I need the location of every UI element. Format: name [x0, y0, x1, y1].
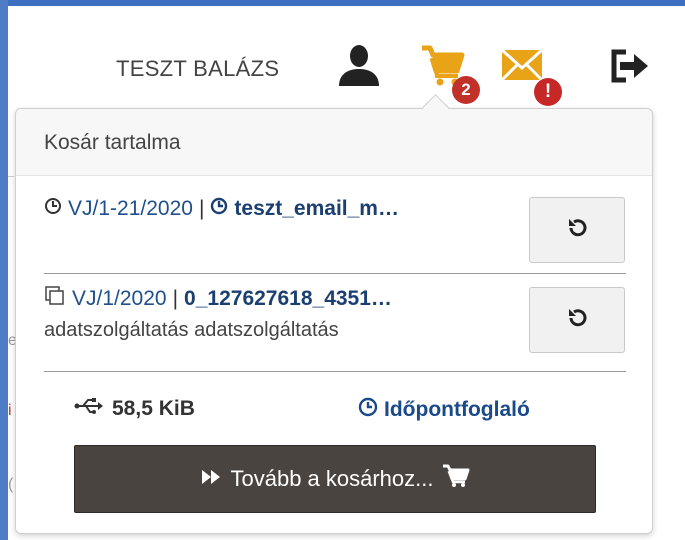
booking-link[interactable]: Időpontfoglaló: [358, 397, 530, 423]
divider: [44, 371, 626, 372]
cart-item-ref-link[interactable]: VJ/1/2020: [72, 287, 167, 311]
booking-link-label[interactable]: Időpontfoglaló: [384, 398, 530, 422]
clock-icon: [210, 197, 234, 221]
cart-item-ref-link[interactable]: VJ/1-21/2020: [68, 197, 193, 221]
logout-icon[interactable]: [606, 46, 654, 91]
refresh-button[interactable]: [529, 287, 625, 353]
checkout-button-label: Tovább a kosárhoz...: [230, 466, 434, 491]
username-label[interactable]: TESZT BALÁZS: [116, 56, 279, 82]
background-text-fragment: i: [8, 402, 12, 419]
fast-forward-icon: [192, 466, 230, 492]
clock-icon: [44, 197, 68, 221]
user-icon[interactable]: [336, 44, 382, 93]
cart-icon: [434, 464, 478, 494]
cart-popover: Kosár tartalma VJ/1-21/2020 | teszt_emai…: [15, 108, 653, 534]
refresh-button[interactable]: [529, 197, 625, 263]
usb-icon: [74, 397, 112, 421]
popover-header: Kosár tartalma: [16, 109, 652, 176]
cart-item-name-link[interactable]: teszt_email_m…: [234, 197, 399, 221]
refresh-icon: [565, 306, 589, 335]
background-text-fragment: (: [8, 476, 14, 493]
cart-count-badge: 2: [452, 76, 480, 104]
separator: |: [172, 287, 179, 310]
copy-icon: [44, 285, 72, 313]
clock-icon: [358, 397, 384, 423]
divider: [44, 273, 626, 274]
checkout-button[interactable]: Tovább a kosárhoz...: [74, 445, 596, 513]
mail-alert-badge: !: [534, 78, 562, 106]
background-divider: [8, 176, 14, 177]
popover-title: Kosár tartalma: [44, 131, 181, 154]
separator: |: [198, 197, 205, 220]
cart-total-size: 58,5 KiB: [74, 397, 195, 421]
window-frame-left: [0, 0, 8, 540]
cart-total-size-value: 58,5 KiB: [112, 397, 195, 420]
cart-item-name-link[interactable]: 0_127627618_4351…: [184, 287, 392, 311]
refresh-icon: [565, 216, 589, 245]
